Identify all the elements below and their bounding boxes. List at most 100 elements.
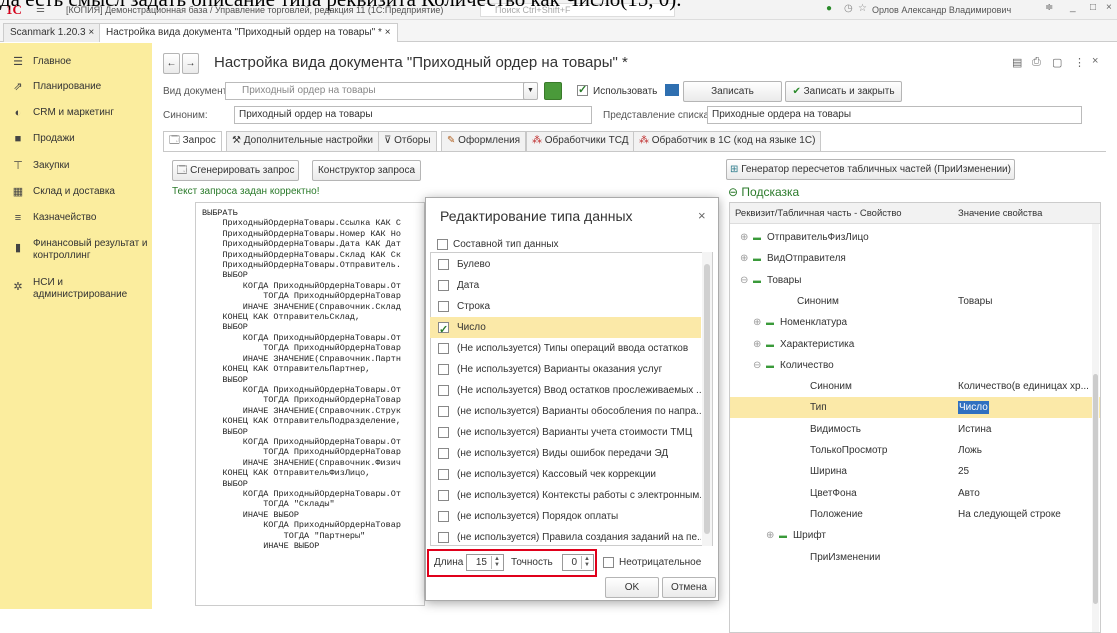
type-list-item[interactable]: (не используется) Кассовый чек коррекции: [430, 464, 701, 485]
type-checkbox[interactable]: [438, 364, 449, 375]
table-row[interactable]: Тип Число: [730, 397, 1100, 419]
sidebar-item-admin[interactable]: ✲ НСИ и администрирование: [0, 272, 152, 302]
expand-icon[interactable]: ⊕: [740, 227, 748, 248]
type-checkbox[interactable]: [438, 406, 449, 417]
save-button[interactable]: Записать: [683, 81, 782, 102]
property-value[interactable]: На следующей строке: [958, 504, 1061, 525]
query-constructor-button[interactable]: Конструктор запроса: [312, 160, 421, 181]
cancel-button[interactable]: Отмена: [662, 577, 716, 598]
table-row[interactable]: ПриИзменении: [730, 547, 1100, 568]
expand-icon[interactable]: ⊖: [753, 355, 761, 376]
close-icon[interactable]: ×: [88, 27, 94, 38]
property-value[interactable]: Авто: [958, 483, 980, 504]
type-list-item[interactable]: Булево: [430, 254, 701, 275]
notification-icon[interactable]: ●: [826, 3, 832, 14]
property-value[interactable]: Товары: [958, 291, 992, 312]
tab-settings[interactable]: Настройка вида документа "Приходный орде…: [99, 23, 398, 42]
close-icon[interactable]: ×: [1092, 55, 1098, 67]
disk-icon[interactable]: [665, 84, 679, 96]
type-checkbox[interactable]: [438, 301, 449, 312]
table-row[interactable]: Синоним Количество(в единицах хр...: [730, 376, 1100, 397]
type-list-item[interactable]: (не используется) Контексты работы с эле…: [430, 485, 701, 506]
nonnegative-checkbox[interactable]: [603, 557, 614, 568]
type-checkbox[interactable]: [438, 532, 449, 543]
type-list-item[interactable]: (не используется) Варианты учета стоимос…: [430, 422, 701, 443]
type-list-item[interactable]: (не используется) Варианты обособления п…: [430, 401, 701, 422]
scrollbar-thumb[interactable]: [704, 264, 710, 534]
table-row[interactable]: ⊕ ▬ Номенклатура: [730, 312, 1100, 333]
table-row[interactable]: ⊖ ▬ Товары: [730, 270, 1100, 291]
maximize-icon[interactable]: □: [1090, 2, 1096, 13]
sidebar-item-purchases[interactable]: ⊤ Закупки: [0, 155, 152, 179]
list-field[interactable]: Приходные ордера на товары: [707, 106, 1082, 124]
type-list-item[interactable]: (Не используется) Ввод остатков прослежи…: [430, 380, 701, 401]
expand-icon[interactable]: ⊖: [740, 270, 748, 291]
composite-type-checkbox[interactable]: [437, 239, 448, 250]
table-row[interactable]: Ширина 25: [730, 461, 1100, 482]
sidebar-item-finance[interactable]: ▮ Финансовый результат и контроллинг: [0, 233, 152, 263]
tab-extra-settings[interactable]: ⚒ Дополнительные настройки: [226, 131, 380, 151]
type-checkbox[interactable]: [438, 469, 449, 480]
tab-1c-handler[interactable]: ⁂ Обработчик в 1С (код на языке 1С): [633, 131, 822, 151]
close-icon[interactable]: ×: [698, 208, 706, 223]
property-value[interactable]: 25: [958, 461, 969, 482]
type-list-item[interactable]: Число: [430, 317, 701, 338]
history-icon[interactable]: ◷: [844, 3, 853, 14]
settings-icon[interactable]: ≑: [1045, 2, 1053, 13]
query-code-editor[interactable]: ВЫБРАТЬ ПриходныйОрдерНаТовары.Ссылка КА…: [195, 202, 425, 606]
scrollbar-thumb[interactable]: [1093, 374, 1098, 604]
table-row[interactable]: ⊕ ▬ ВидОтправителя: [730, 248, 1100, 269]
scrollbar[interactable]: [1092, 224, 1099, 632]
type-list-item[interactable]: Дата: [430, 275, 701, 296]
type-list-item[interactable]: (Не используется) Варианты оказания услу…: [430, 359, 701, 380]
expand-icon[interactable]: ⊕: [753, 312, 761, 333]
sidebar-item-crm[interactable]: ◐ CRM и маркетинг: [0, 102, 152, 126]
preview-icon[interactable]: ▢: [1052, 56, 1062, 69]
sidebar-item-sales[interactable]: ■ Продажи: [0, 128, 152, 152]
ok-button[interactable]: OK: [605, 577, 659, 598]
type-list-item[interactable]: Строка: [430, 296, 701, 317]
type-checkbox[interactable]: [438, 490, 449, 501]
tab-tsd-handlers[interactable]: ⁂ Обработчики ТСД: [526, 131, 635, 151]
type-checkbox[interactable]: [438, 259, 449, 270]
use-checkbox[interactable]: [577, 83, 588, 96]
favorites-icon[interactable]: ☆: [858, 3, 867, 14]
table-row[interactable]: Видимость Истина: [730, 419, 1100, 440]
save-icon[interactable]: ▤: [1012, 56, 1022, 69]
back-button[interactable]: ←: [163, 53, 180, 74]
expand-icon[interactable]: ⊕: [766, 525, 774, 546]
table-row[interactable]: ⊖ ▬ Количество: [730, 355, 1100, 376]
generate-query-button[interactable]: 🗔 Сгенерировать запрос: [172, 160, 299, 181]
close-icon[interactable]: ×: [1106, 2, 1112, 13]
type-list-item[interactable]: (не используется) Правила создания задан…: [430, 527, 701, 548]
tab-filters[interactable]: ⊽ Отборы: [378, 131, 437, 151]
close-icon[interactable]: ×: [385, 27, 391, 38]
table-row[interactable]: Положение На следующей строке: [730, 504, 1100, 525]
property-value[interactable]: Количество(в единицах хр...: [958, 376, 1089, 397]
sidebar-item-treasury[interactable]: ≡ Казначейство: [0, 207, 152, 231]
type-checkbox[interactable]: [438, 511, 449, 522]
table-row[interactable]: ⊕ ▬ Шрифт: [730, 525, 1100, 546]
sidebar-item-main[interactable]: ☰ Главное: [0, 51, 152, 75]
save-close-button[interactable]: ✔ Записать и закрыть: [785, 81, 902, 102]
minimize-icon[interactable]: _: [1070, 2, 1076, 13]
type-checkbox[interactable]: [438, 448, 449, 459]
tab-scanmark[interactable]: Scanmark 1.20.3 ×: [3, 23, 102, 42]
table-row[interactable]: ЦветФона Авто: [730, 483, 1100, 504]
type-list-item[interactable]: (не используется) Виды ошибок передачи Э…: [430, 443, 701, 464]
forward-button[interactable]: →: [182, 53, 199, 74]
user-name[interactable]: Орлов Александр Владимирович: [872, 5, 1011, 15]
property-value[interactable]: Число: [958, 401, 989, 415]
table-row[interactable]: ⊕ ▬ Характеристика: [730, 334, 1100, 355]
type-checkbox[interactable]: [438, 320, 449, 338]
property-value[interactable]: Ложь: [958, 440, 982, 461]
synonym-field[interactable]: Приходный ордер на товары: [234, 106, 592, 124]
table-row[interactable]: ⊕ ▬ ОтправительФизЛицо: [730, 227, 1100, 248]
generator-button[interactable]: ⊞ Генератор пересчетов табличных частей …: [726, 159, 1015, 180]
type-checkbox[interactable]: [438, 280, 449, 291]
table-row[interactable]: Синоним Товары: [730, 291, 1100, 312]
doc-type-field[interactable]: Приходный ордер на товары: [225, 82, 530, 100]
more-icon[interactable]: ⋮: [1074, 56, 1085, 69]
type-checkbox[interactable]: [438, 385, 449, 396]
tab-appearance[interactable]: ✎ Оформления: [441, 131, 527, 151]
